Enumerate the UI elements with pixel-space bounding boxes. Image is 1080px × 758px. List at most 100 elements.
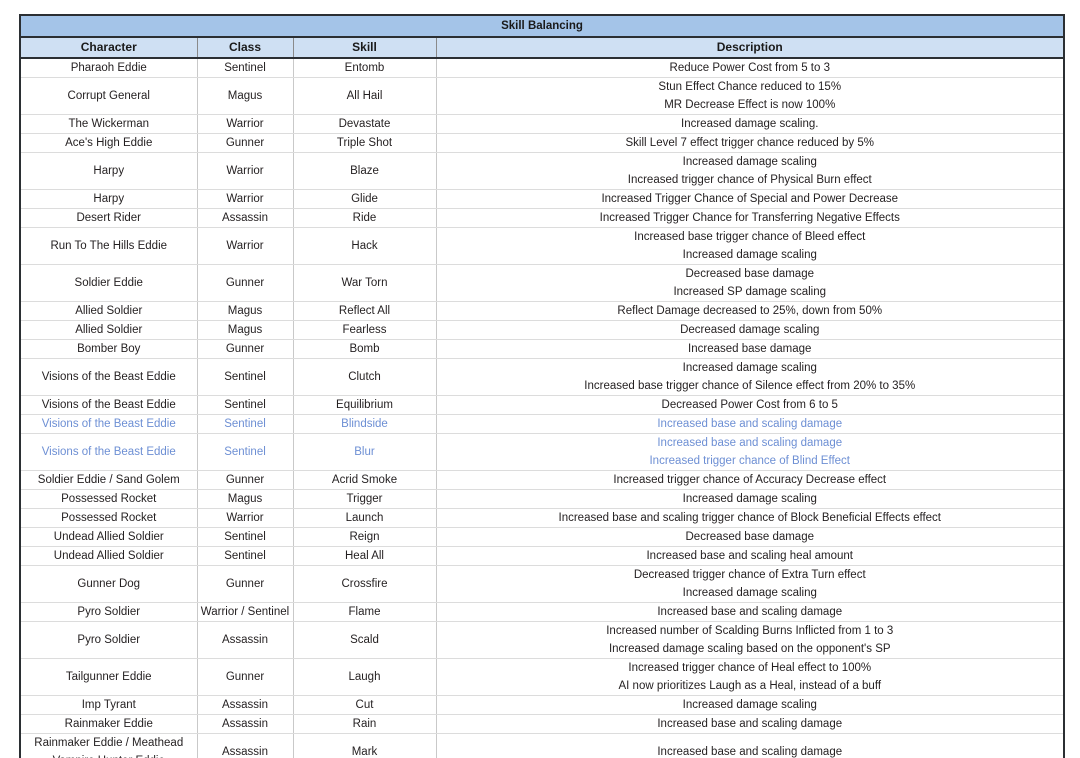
- cell-character[interactable]: Desert Rider: [20, 209, 197, 228]
- table-row[interactable]: Pyro SoldierWarrior / SentinelFlameIncre…: [20, 603, 1064, 622]
- table-row[interactable]: Imp TyrantAssassinCutIncreased damage sc…: [20, 696, 1064, 715]
- cell-class[interactable]: Sentinel: [197, 434, 293, 471]
- cell-character[interactable]: Rainmaker Eddie: [20, 715, 197, 734]
- table-row[interactable]: HarpyWarriorBlazeIncreased damage scalin…: [20, 153, 1064, 190]
- table-row[interactable]: Allied SoldierMagusReflect AllReflect Da…: [20, 302, 1064, 321]
- cell-class[interactable]: Gunner: [197, 134, 293, 153]
- cell-skill[interactable]: Trigger: [293, 490, 436, 509]
- cell-description[interactable]: Increased damage scaling Increased trigg…: [436, 153, 1064, 190]
- cell-class[interactable]: Warrior: [197, 115, 293, 134]
- cell-class[interactable]: Warrior: [197, 228, 293, 265]
- table-row[interactable]: Tailgunner EddieGunnerLaughIncreased tri…: [20, 659, 1064, 696]
- cell-class[interactable]: Warrior / Sentinel: [197, 603, 293, 622]
- cell-skill[interactable]: Devastate: [293, 115, 436, 134]
- cell-skill[interactable]: Acrid Smoke: [293, 471, 436, 490]
- table-row[interactable]: Visions of the Beast EddieSentinelBlinds…: [20, 415, 1064, 434]
- cell-character[interactable]: Visions of the Beast Eddie: [20, 434, 197, 471]
- cell-character[interactable]: Pyro Soldier: [20, 622, 197, 659]
- cell-character[interactable]: Pyro Soldier: [20, 603, 197, 622]
- cell-character[interactable]: Gunner Dog: [20, 566, 197, 603]
- cell-skill[interactable]: Laugh: [293, 659, 436, 696]
- cell-character[interactable]: Possessed Rocket: [20, 490, 197, 509]
- cell-skill[interactable]: Mark: [293, 734, 436, 758]
- cell-skill[interactable]: Reflect All: [293, 302, 436, 321]
- table-row[interactable]: Run To The Hills EddieWarriorHackIncreas…: [20, 228, 1064, 265]
- cell-skill[interactable]: Glide: [293, 190, 436, 209]
- table-row[interactable]: Soldier Eddie / Sand GolemGunnerAcrid Sm…: [20, 471, 1064, 490]
- cell-character[interactable]: Imp Tyrant: [20, 696, 197, 715]
- cell-class[interactable]: Gunner: [197, 265, 293, 302]
- cell-character[interactable]: Harpy: [20, 153, 197, 190]
- cell-skill[interactable]: Reign: [293, 528, 436, 547]
- cell-description[interactable]: Decreased trigger chance of Extra Turn e…: [436, 566, 1064, 603]
- cell-description[interactable]: Increased base and scaling damage: [436, 603, 1064, 622]
- cell-class[interactable]: Assassin: [197, 622, 293, 659]
- cell-class[interactable]: Magus: [197, 321, 293, 340]
- table-row[interactable]: Gunner DogGunnerCrossfireDecreased trigg…: [20, 566, 1064, 603]
- cell-description[interactable]: Skill Level 7 effect trigger chance redu…: [436, 134, 1064, 153]
- cell-skill[interactable]: Flame: [293, 603, 436, 622]
- cell-class[interactable]: Warrior: [197, 153, 293, 190]
- table-row[interactable]: Visions of the Beast EddieSentinelClutch…: [20, 359, 1064, 396]
- table-row[interactable]: Visions of the Beast EddieSentinelEquili…: [20, 396, 1064, 415]
- table-row[interactable]: Pyro SoldierAssassinScaldIncreased numbe…: [20, 622, 1064, 659]
- cell-character[interactable]: Run To The Hills Eddie: [20, 228, 197, 265]
- cell-skill[interactable]: Rain: [293, 715, 436, 734]
- cell-description[interactable]: Reflect Damage decreased to 25%, down fr…: [436, 302, 1064, 321]
- table-row[interactable]: The WickermanWarriorDevastateIncreased d…: [20, 115, 1064, 134]
- cell-character[interactable]: The Wickerman: [20, 115, 197, 134]
- table-row[interactable]: Possessed RocketWarriorLaunchIncreased b…: [20, 509, 1064, 528]
- cell-class[interactable]: Sentinel: [197, 528, 293, 547]
- table-row[interactable]: Allied SoldierMagusFearlessDecreased dam…: [20, 321, 1064, 340]
- cell-character[interactable]: Soldier Eddie / Sand Golem: [20, 471, 197, 490]
- cell-character[interactable]: Rainmaker Eddie / Meathead Vampire Hunte…: [20, 734, 197, 758]
- table-row[interactable]: Pharaoh EddieSentinelEntombReduce Power …: [20, 58, 1064, 78]
- table-row[interactable]: Bomber BoyGunnerBombIncreased base damag…: [20, 340, 1064, 359]
- cell-description[interactable]: Increased base trigger chance of Bleed e…: [436, 228, 1064, 265]
- cell-character[interactable]: Visions of the Beast Eddie: [20, 396, 197, 415]
- cell-skill[interactable]: Cut: [293, 696, 436, 715]
- table-row[interactable]: Rainmaker Eddie / Meathead Vampire Hunte…: [20, 734, 1064, 758]
- cell-character[interactable]: Pharaoh Eddie: [20, 58, 197, 78]
- cell-character[interactable]: Ace's High Eddie: [20, 134, 197, 153]
- cell-description[interactable]: Decreased base damage: [436, 528, 1064, 547]
- cell-skill[interactable]: Clutch: [293, 359, 436, 396]
- cell-character[interactable]: Tailgunner Eddie: [20, 659, 197, 696]
- cell-skill[interactable]: Crossfire: [293, 566, 436, 603]
- cell-skill[interactable]: Bomb: [293, 340, 436, 359]
- cell-description[interactable]: Increased trigger chance of Heal effect …: [436, 659, 1064, 696]
- cell-character[interactable]: Allied Soldier: [20, 321, 197, 340]
- cell-character[interactable]: Soldier Eddie: [20, 265, 197, 302]
- cell-description[interactable]: Increased Trigger Chance of Special and …: [436, 190, 1064, 209]
- cell-description[interactable]: Increased damage scaling Increased base …: [436, 359, 1064, 396]
- cell-character[interactable]: Possessed Rocket: [20, 509, 197, 528]
- table-row[interactable]: Visions of the Beast EddieSentinelBlurIn…: [20, 434, 1064, 471]
- cell-skill[interactable]: Launch: [293, 509, 436, 528]
- cell-class[interactable]: Assassin: [197, 696, 293, 715]
- cell-skill[interactable]: War Torn: [293, 265, 436, 302]
- cell-character[interactable]: Corrupt General: [20, 78, 197, 115]
- cell-skill[interactable]: Equilibrium: [293, 396, 436, 415]
- cell-description[interactable]: Increased damage scaling.: [436, 115, 1064, 134]
- cell-description[interactable]: Increased base and scaling damage Increa…: [436, 434, 1064, 471]
- cell-class[interactable]: Gunner: [197, 471, 293, 490]
- cell-skill[interactable]: Fearless: [293, 321, 436, 340]
- cell-class[interactable]: Sentinel: [197, 415, 293, 434]
- cell-class[interactable]: Sentinel: [197, 58, 293, 78]
- cell-description[interactable]: Decreased Power Cost from 6 to 5: [436, 396, 1064, 415]
- cell-description[interactable]: Increased damage scaling: [436, 696, 1064, 715]
- cell-class[interactable]: Assassin: [197, 209, 293, 228]
- cell-class[interactable]: Magus: [197, 302, 293, 321]
- cell-description[interactable]: Increased trigger chance of Accuracy Dec…: [436, 471, 1064, 490]
- cell-class[interactable]: Sentinel: [197, 359, 293, 396]
- cell-skill[interactable]: Heal All: [293, 547, 436, 566]
- cell-class[interactable]: Warrior: [197, 509, 293, 528]
- cell-class[interactable]: Sentinel: [197, 547, 293, 566]
- cell-character[interactable]: Undead Allied Soldier: [20, 547, 197, 566]
- table-row[interactable]: Undead Allied SoldierSentinelReignDecrea…: [20, 528, 1064, 547]
- cell-description[interactable]: Increased base and scaling heal amount: [436, 547, 1064, 566]
- cell-description[interactable]: Increased number of Scalding Burns Infli…: [436, 622, 1064, 659]
- cell-skill[interactable]: Scald: [293, 622, 436, 659]
- cell-character[interactable]: Visions of the Beast Eddie: [20, 415, 197, 434]
- cell-class[interactable]: Magus: [197, 78, 293, 115]
